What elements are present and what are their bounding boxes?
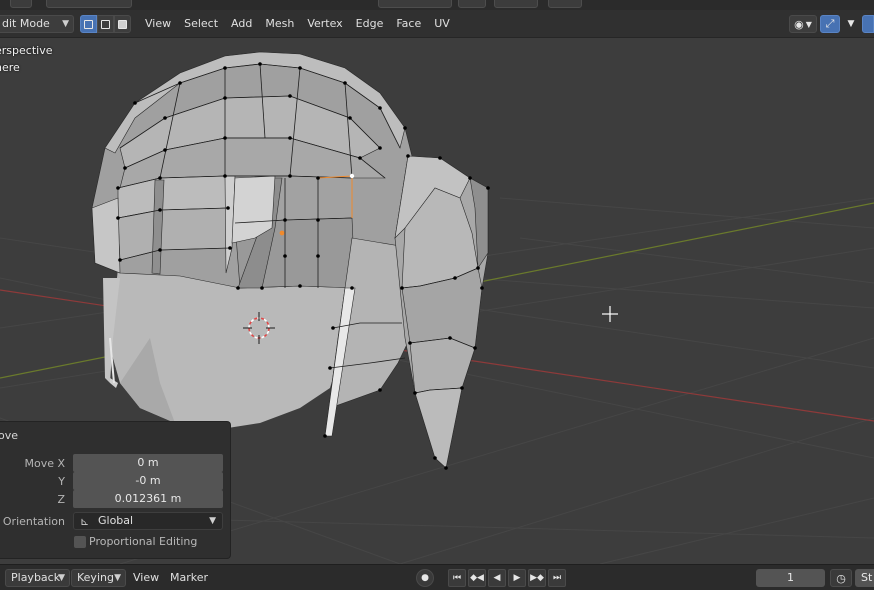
stopwatch-icon: ◷ [836, 571, 846, 585]
timeline-view-menu[interactable]: View [133, 569, 159, 587]
jump-end-button[interactable]: ⏭ [548, 569, 566, 587]
orientation-dropdown[interactable]: ⊾ Global ▼ [73, 512, 223, 530]
prev-keyframe-icon: ◆◀ [470, 573, 484, 583]
chevron-down-icon: ▼ [58, 573, 65, 583]
mode-label: dit Mode [2, 17, 50, 30]
move-y-field[interactable]: -0 m [73, 472, 223, 490]
operator-panel-move[interactable]: ove Move X 0 m Y -0 m Z 0.012361 m Orien… [0, 421, 231, 559]
play-icon[interactable] [10, 0, 32, 8]
move-y-label: Y [58, 475, 65, 488]
move-x-label: Move X [24, 457, 65, 470]
eye-icon: ◉ [794, 17, 804, 31]
select-mode-group [80, 15, 131, 33]
jump-start-button[interactable]: ⏮ [448, 569, 466, 587]
move-x-field[interactable]: 0 m [73, 454, 223, 472]
transform-orientation-dropdown[interactable] [378, 0, 452, 8]
select-mode-icons[interactable] [46, 0, 132, 8]
move-z-label: Z [57, 493, 65, 506]
timeline-marker-menu[interactable]: Marker [170, 569, 208, 587]
chevron-down-icon: ▼ [114, 573, 121, 583]
menu-view[interactable]: View [139, 15, 177, 33]
play-icon: ▶ [513, 573, 521, 583]
snap-dropdown[interactable] [494, 0, 538, 8]
edge-select-icon [101, 19, 110, 29]
face-select-button[interactable] [114, 15, 131, 33]
visibility-dropdown[interactable]: ◉ ▼ [789, 15, 817, 33]
next-keyframe-icon: ▶◆ [530, 573, 544, 583]
edge-select-button[interactable] [97, 15, 114, 33]
object-name-label: here [0, 61, 20, 74]
menu-select[interactable]: Select [178, 15, 224, 33]
view-name-label: erspective [0, 44, 53, 57]
keying-label: Keying [77, 571, 114, 584]
menu-mesh[interactable]: Mesh [259, 15, 300, 33]
proportional-label[interactable]: Proportional Editing [89, 535, 197, 548]
jump-end-icon: ⏭ [552, 573, 562, 583]
menu-add[interactable]: Add [225, 15, 258, 33]
face-select-icon [118, 19, 127, 29]
gizmo-toggle[interactable]: ⤢ [820, 15, 840, 33]
menu-vertex[interactable]: Vertex [301, 15, 348, 33]
orientation-icon: ⊾ [80, 515, 90, 528]
chevron-down-icon: ▼ [62, 19, 69, 29]
keying-dropdown[interactable]: Keying ▼ [71, 569, 126, 587]
menu-edge[interactable]: Edge [350, 15, 390, 33]
vertex-select-button[interactable] [80, 15, 97, 33]
viewport-header: dit Mode ▼ View Select Add Mesh Vertex E… [0, 10, 874, 38]
chevron-down-icon: ▼ [209, 516, 216, 526]
record-icon: ● [421, 573, 429, 583]
vertex-select-icon [84, 19, 93, 29]
proportional-checkbox[interactable] [74, 536, 86, 548]
proportional-row: Proportional Editing [0, 534, 231, 553]
current-frame-field[interactable]: 1 [756, 569, 825, 587]
start-frame-field[interactable]: St [855, 569, 874, 587]
proportional-dropdown[interactable] [548, 0, 582, 8]
jump-start-icon: ⏮ [452, 573, 462, 583]
gizmo-dropdown[interactable]: ▼ [843, 15, 859, 33]
pivot-dropdown[interactable] [458, 0, 486, 8]
active-vertex [349, 173, 355, 179]
playback-dropdown[interactable]: Playback ▼ [5, 569, 70, 587]
mouse-crosshair-icon [602, 306, 618, 322]
move-z-field[interactable]: 0.012361 m [73, 490, 223, 508]
playback-controls: ● ⏮ ◆◀ ◀ ▶ ▶◆ ⏭ [416, 569, 566, 587]
next-keyframe-button[interactable]: ▶◆ [528, 569, 546, 587]
move-y-row: Y -0 m [0, 472, 231, 491]
chevron-down-icon: ▼ [805, 19, 812, 29]
play-reverse-icon: ◀ [493, 573, 501, 583]
orientation-label: Orientation [2, 515, 65, 528]
record-button[interactable]: ● [416, 569, 434, 587]
blender-window: dit Mode ▼ View Select Add Mesh Vertex E… [0, 0, 874, 590]
stopwatch-button[interactable]: ◷ [830, 569, 852, 587]
gizmo-icon: ⤢ [825, 17, 835, 30]
mode-dropdown[interactable]: dit Mode ▼ [0, 15, 74, 33]
chevron-down-icon: ▼ [847, 19, 855, 29]
move-x-row: Move X 0 m [0, 454, 231, 473]
move-z-row: Z 0.012361 m [0, 490, 231, 509]
header-right-tools: ◉ ▼ ⤢ ▼ [789, 15, 874, 33]
top-header-strip [0, 0, 874, 10]
prev-keyframe-button[interactable]: ◆◀ [468, 569, 486, 587]
overlay-toggle[interactable] [862, 15, 874, 33]
timeline-header: Playback ▼ Keying ▼ View Marker ● ⏮ ◆◀ ◀… [0, 564, 874, 590]
playback-label: Playback [11, 571, 61, 584]
orientation-row: Orientation ⊾ Global ▼ [0, 512, 231, 531]
menu-face[interactable]: Face [390, 15, 427, 33]
menu-uv[interactable]: UV [428, 15, 456, 33]
play-button[interactable]: ▶ [508, 569, 526, 587]
header-menu: View Select Add Mesh Vertex Edge Face UV [139, 15, 457, 33]
operator-title[interactable]: ove [0, 429, 18, 442]
play-reverse-button[interactable]: ◀ [488, 569, 506, 587]
origin-icon [279, 230, 285, 236]
orientation-value: Global [98, 514, 134, 527]
